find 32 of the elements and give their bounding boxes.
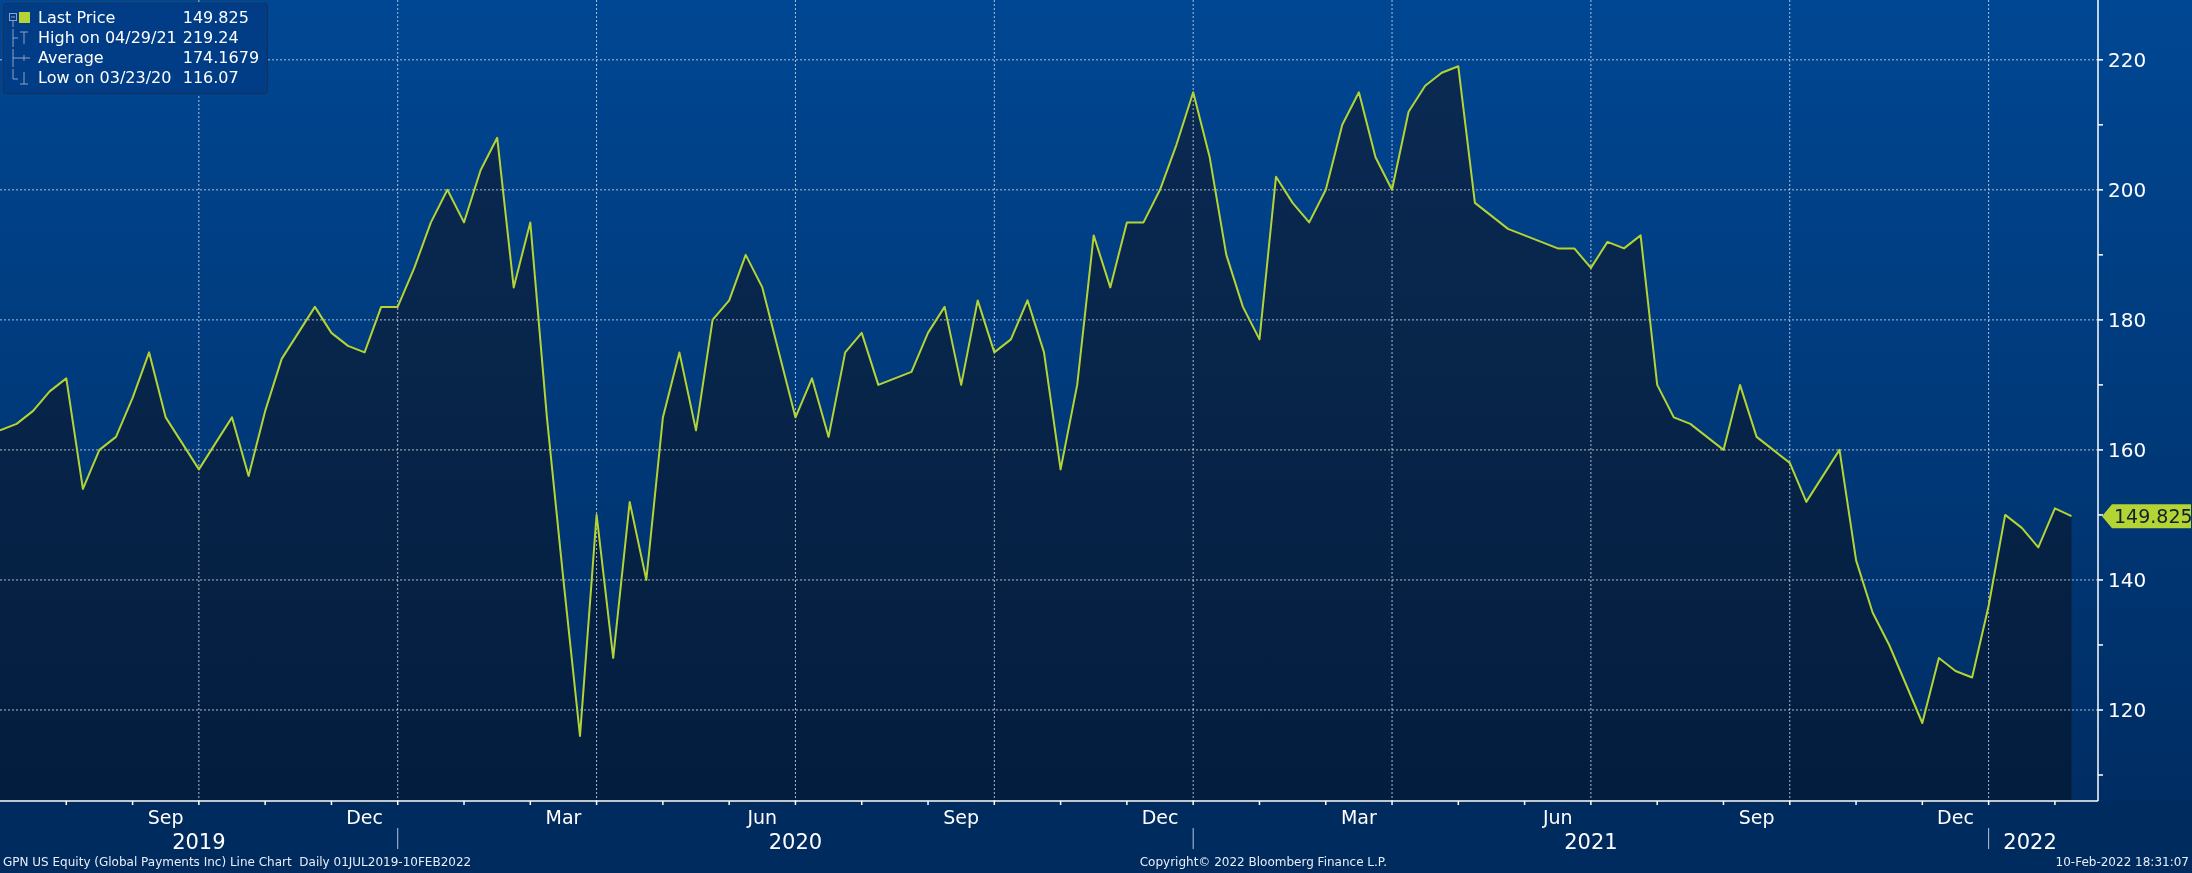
year-label: 2021: [1564, 830, 1618, 851]
year-label: 2020: [768, 830, 823, 851]
year-label: 2019: [172, 830, 226, 851]
timestamp: 10-Feb-2022 18:31:07: [2055, 854, 2189, 871]
y-axis-label: 180: [2108, 307, 2147, 332]
legend-value: 174.1679: [182, 48, 260, 68]
legend-label: Average: [38, 48, 104, 68]
legend-value: 219.24: [182, 28, 240, 48]
legend-value: 116.07: [182, 68, 240, 88]
legend-label: Low on 03/23/20: [38, 68, 172, 88]
legend-label: High on 04/29/21: [38, 28, 177, 48]
y-axis-label: 200: [2108, 177, 2147, 202]
y-axis-label: 120: [2108, 698, 2147, 722]
x-axis-label: Sep: [1738, 806, 1775, 828]
x-axis-label: Sep: [943, 806, 980, 828]
x-axis-label: Dec: [346, 806, 383, 828]
x-axis-label: Sep: [147, 806, 184, 828]
y-axis-label: 160: [2108, 437, 2147, 462]
chart-description: GPN US Equity (Global Payments Inc) Line Chart Daily 01JUL2019-10FEB2022: [3, 854, 472, 871]
x-axis-label: Mar: [545, 806, 582, 828]
legend-label: Last Price: [38, 8, 116, 28]
x-axis-label: Dec: [1937, 806, 1974, 828]
legend-value: 149.825: [182, 8, 250, 28]
copyright-notice: Copyright© 2022 Bloomberg Finance L.P.: [1139, 854, 1388, 871]
x-axis-label: Mar: [1340, 806, 1377, 828]
x-axis-label: Dec: [1141, 806, 1179, 828]
y-axis-label: 220: [2108, 47, 2147, 72]
y-axis-label: 140: [2108, 567, 2147, 592]
year-label: 2022: [2003, 830, 2057, 851]
last-price-tag: 149.825: [2102, 504, 2192, 529]
x-axis-label: Jun: [1542, 806, 1573, 828]
x-axis-label: Jun: [747, 806, 778, 828]
